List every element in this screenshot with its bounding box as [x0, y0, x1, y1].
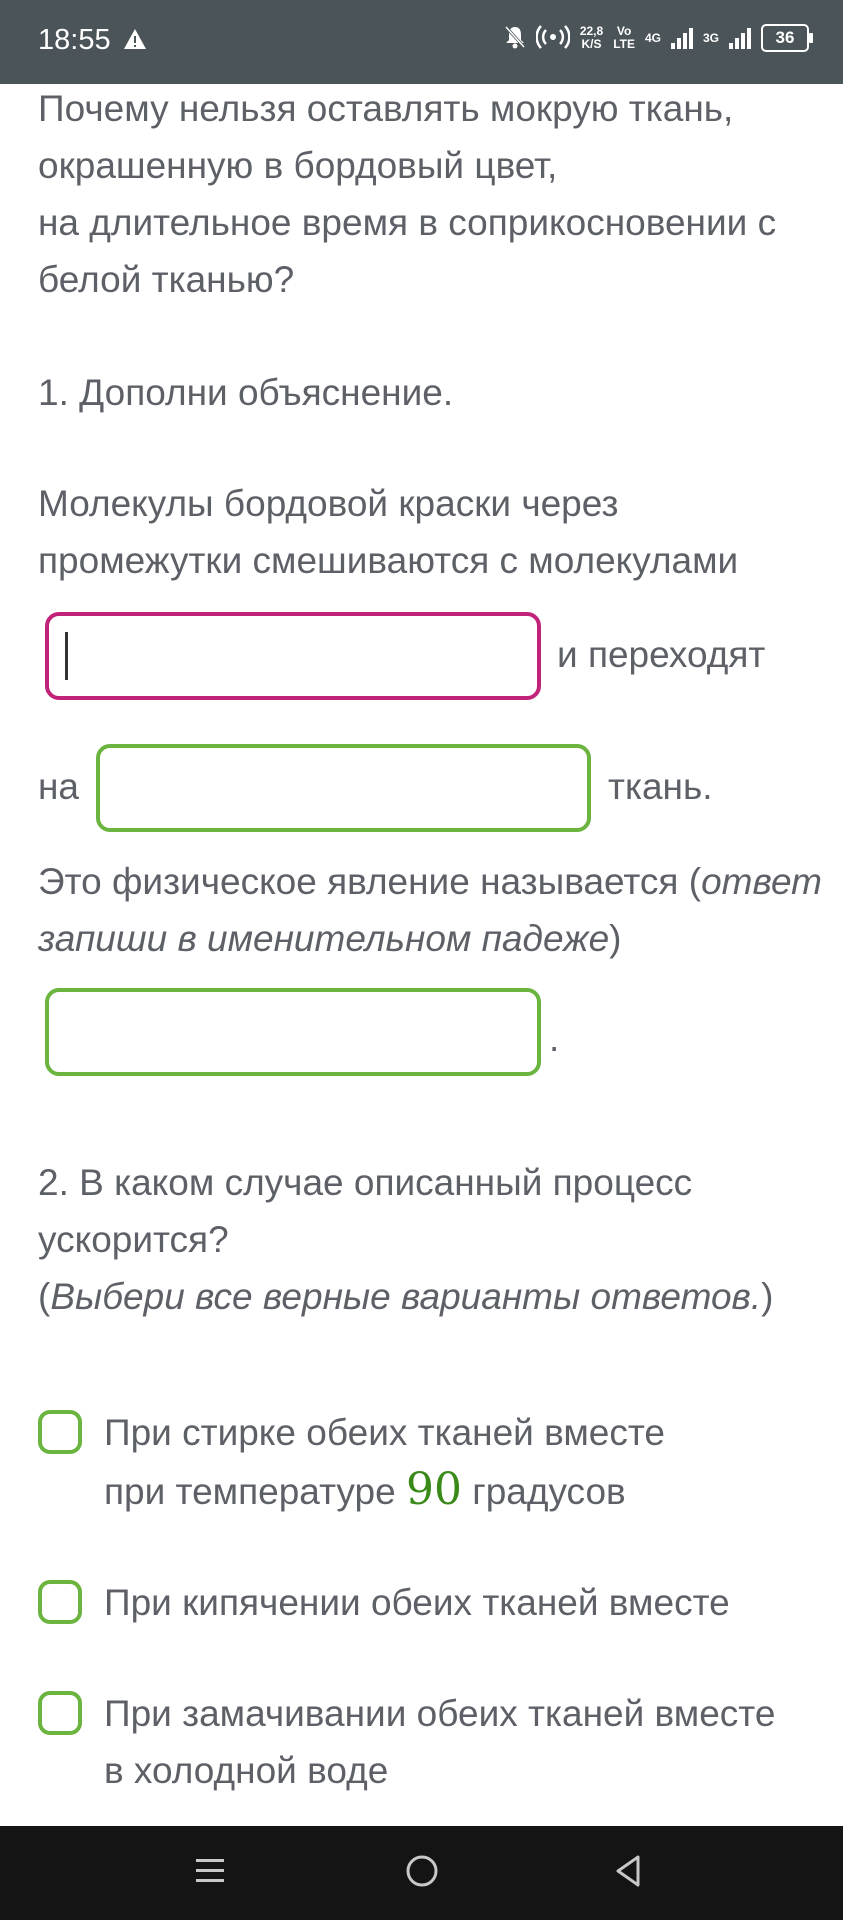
home-icon[interactable] [402, 1851, 442, 1896]
temperature-value: 90 [405, 1464, 462, 1515]
network-speed: 22,8 K/S [580, 25, 603, 51]
task2-hint: (Выбери все верные варианты ответов.) [38, 1268, 773, 1325]
option-label: При замачивании обеих тканей вместе в хо… [104, 1685, 775, 1799]
status-bar: 18:55 22,8 K/S Vo LTE 4G 3G 36 [0, 0, 843, 84]
option-2[interactable]: При кипячении обеих тканей вместе [38, 1574, 730, 1631]
status-time: 18:55 [38, 24, 111, 56]
mute-notifications-icon [504, 25, 526, 52]
phenomenon-hint-2: запиши в именительном падеже [38, 918, 610, 959]
before-field2-text: на [38, 766, 80, 807]
task2-line: 2. В каком случае описанный процесс [38, 1162, 693, 1203]
option-text: градусов [461, 1471, 626, 1512]
task1-text: Молекулы бордовой краски через промежутк… [38, 475, 738, 589]
answer-field-1[interactable] [45, 612, 541, 700]
option-1[interactable]: При стирке обеих тканей вместе при темпе… [38, 1404, 665, 1520]
navigation-bar [0, 1826, 843, 1920]
task2-text: 2. В каком случае описанный процесс уско… [38, 1154, 773, 1325]
phenomenon-text: Это физическое явление называется (ответ… [38, 853, 822, 967]
phenomenon-close: ) [609, 918, 622, 959]
option-line: При кипячении обеих тканей вместе [104, 1582, 730, 1623]
back-icon[interactable] [612, 1851, 644, 1896]
answer-field-2[interactable] [96, 744, 591, 832]
answer-field-3[interactable] [45, 988, 541, 1076]
question-line: белой тканью? [38, 259, 295, 300]
question-line: на длительное время в соприкосновении с [38, 202, 777, 243]
option-checkbox[interactable] [38, 1580, 82, 1624]
phenomenon-label: Это физическое явление называется ( [38, 861, 702, 902]
battery-icon: 36 [761, 24, 813, 52]
volte-bottom: LTE [613, 37, 635, 51]
battery-level: 36 [775, 28, 795, 47]
option-line: при температуре 90 градусов [104, 1461, 665, 1520]
question-line: Почему нельзя оставлять мокрую ткань, [38, 88, 734, 129]
option-label: При стирке обеих тканей вместе при темпе… [104, 1404, 665, 1520]
phenomenon-hint-1: ответ [701, 861, 822, 902]
option-line: При стирке обеих тканей вместе [104, 1412, 665, 1453]
volte-indicator: Vo LTE [613, 25, 635, 51]
task1-line: промежутки смешиваются с молекулами [38, 540, 739, 581]
network-3g-label: 3G [702, 30, 719, 45]
speed-value: 22,8 [579, 24, 604, 38]
task1-line: Молекулы бордовой краски через [38, 483, 619, 524]
option-line: в холодной воде [104, 1750, 389, 1791]
option-text: при температуре [104, 1471, 406, 1512]
option-checkbox[interactable] [38, 1410, 82, 1454]
period: . [549, 1018, 560, 1059]
after-field2-text: ткань. [608, 766, 713, 807]
signal-icon [670, 27, 693, 49]
network-4g-label: 4G [644, 30, 661, 45]
question-text: Почему нельзя оставлять мокрую ткань, ок… [38, 80, 776, 308]
hint-text: Выбери все верные варианты ответов. [50, 1276, 762, 1317]
volte-top: Vo [616, 24, 632, 38]
option-line: При замачивании обеих тканей вместе [104, 1693, 776, 1734]
recent-apps-icon[interactable] [194, 1851, 226, 1896]
task2-line: ускорится? [38, 1219, 229, 1260]
task1-title: 1. Дополни объяснение. [38, 372, 454, 413]
signal-icon-2 [729, 27, 751, 49]
question-line: окрашенную в бордовый цвет, [38, 145, 558, 186]
status-icons: 22,8 K/S Vo LTE 4G 3G 36 [504, 24, 813, 52]
hint-open: ( [38, 1276, 51, 1317]
option-checkbox[interactable] [38, 1691, 82, 1735]
hotspot-icon [535, 24, 571, 52]
text-cursor [65, 632, 68, 680]
after-field1-text: и переходят [557, 634, 766, 675]
warning-icon [123, 28, 147, 55]
speed-unit: K/S [581, 37, 602, 51]
hint-close: ) [761, 1276, 774, 1317]
option-3[interactable]: При замачивании обеих тканей вместе в хо… [38, 1685, 775, 1799]
option-label: При кипячении обеих тканей вместе [104, 1574, 730, 1631]
